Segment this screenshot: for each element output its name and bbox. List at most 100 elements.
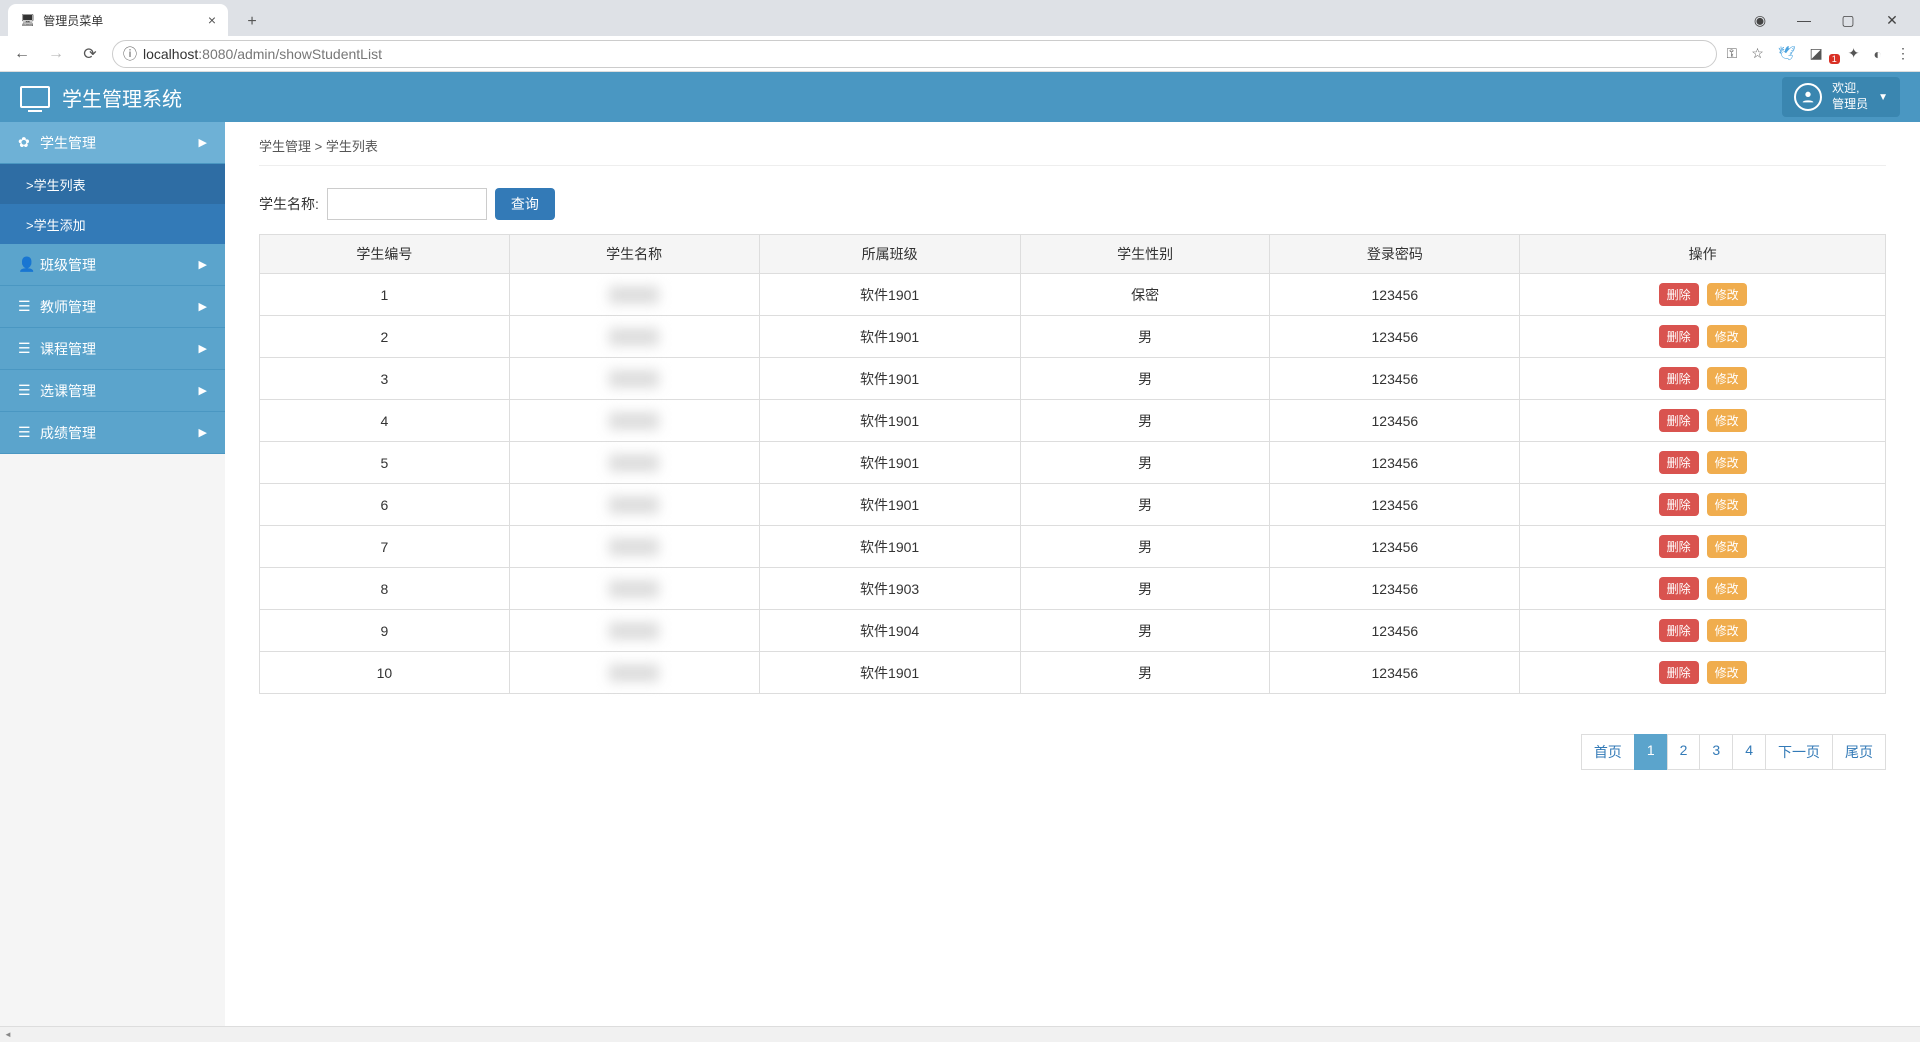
user-menu[interactable]: 欢迎, 管理员 ▼	[1782, 77, 1900, 116]
browser-tab[interactable]: 🖥 管理员菜单 ×	[8, 4, 228, 36]
url-host: localhost	[143, 46, 198, 62]
list-icon: ☰	[18, 424, 32, 441]
cell-name	[509, 358, 759, 400]
app-title: 学生管理系统	[20, 83, 182, 112]
edit-button[interactable]: 修改	[1707, 535, 1747, 558]
sidebar-sub-0-0[interactable]: >学生列表	[0, 164, 225, 204]
cell-actions: 删除 修改	[1520, 526, 1886, 568]
delete-button[interactable]: 删除	[1659, 409, 1699, 432]
delete-button[interactable]: 删除	[1659, 535, 1699, 558]
page-1[interactable]: 1	[1634, 734, 1668, 770]
menu-icon[interactable]: ⋮	[1896, 45, 1910, 62]
sidebar-item-3[interactable]: ☰课程管理▶	[0, 328, 225, 370]
sidebar-label: 班级管理	[40, 255, 96, 275]
sidebar-label: 课程管理	[40, 339, 96, 359]
sidebar-sub-0-1[interactable]: >学生添加	[0, 204, 225, 244]
table-row: 3 软件1901 男 123456 删除 修改	[260, 358, 1886, 400]
url-port: :8080	[198, 46, 233, 62]
cell-gender: 男	[1020, 652, 1270, 694]
cell-name	[509, 316, 759, 358]
bird-icon[interactable]: 🕊	[1778, 45, 1796, 62]
column-header: 学生性别	[1020, 235, 1270, 274]
edit-button[interactable]: 修改	[1707, 283, 1747, 306]
maximize-icon[interactable]: ▢	[1832, 4, 1864, 36]
cell-id: 3	[260, 358, 510, 400]
cell-actions: 删除 修改	[1520, 442, 1886, 484]
cell-actions: 删除 修改	[1520, 610, 1886, 652]
cell-class: 软件1901	[759, 400, 1020, 442]
minimize-icon[interactable]: —	[1788, 4, 1820, 36]
sidebar-item-4[interactable]: ☰选课管理▶	[0, 370, 225, 412]
sidebar-item-2[interactable]: ☰教师管理▶	[0, 286, 225, 328]
forward-icon[interactable]: →	[44, 42, 68, 66]
circle-icon[interactable]: ◉	[1744, 4, 1776, 36]
page-last[interactable]: 尾页	[1832, 734, 1886, 770]
role-text: 管理员	[1832, 97, 1868, 113]
extension-icon[interactable]: ◪1	[1810, 45, 1834, 62]
delete-button[interactable]: 删除	[1659, 493, 1699, 516]
cell-class: 软件1901	[759, 526, 1020, 568]
sidebar-item-1[interactable]: 👤班级管理▶	[0, 244, 225, 286]
list-icon: ☰	[18, 298, 32, 315]
edit-button[interactable]: 修改	[1707, 577, 1747, 600]
cell-class: 软件1901	[759, 358, 1020, 400]
page-first[interactable]: 首页	[1581, 734, 1635, 770]
edit-button[interactable]: 修改	[1707, 451, 1747, 474]
cell-id: 8	[260, 568, 510, 610]
cell-name	[509, 442, 759, 484]
breadcrumb: 学生管理 > 学生列表	[259, 136, 1886, 165]
cell-id: 5	[260, 442, 510, 484]
sidebar: ✿学生管理▶>学生列表>学生添加👤班级管理▶☰教师管理▶☰课程管理▶☰选课管理▶…	[0, 122, 225, 1042]
edit-button[interactable]: 修改	[1707, 409, 1747, 432]
edit-button[interactable]: 修改	[1707, 325, 1747, 348]
profile-icon[interactable]: ◐	[1874, 46, 1882, 62]
search-label: 学生名称:	[259, 194, 319, 214]
student-name-input[interactable]	[327, 188, 487, 220]
delete-button[interactable]: 删除	[1659, 325, 1699, 348]
star-icon[interactable]: ☆	[1751, 45, 1764, 62]
tab-bar: 🖥 管理员菜单 × + ◉ — ▢ ✕	[0, 0, 1920, 36]
page-4[interactable]: 4	[1732, 734, 1766, 770]
table-row: 1 软件1901 保密 123456 删除 修改	[260, 274, 1886, 316]
cell-name	[509, 568, 759, 610]
page-2[interactable]: 2	[1667, 734, 1701, 770]
sidebar-item-5[interactable]: ☰成绩管理▶	[0, 412, 225, 454]
horizontal-scrollbar[interactable]	[0, 1026, 1920, 1042]
delete-button[interactable]: 删除	[1659, 661, 1699, 684]
delete-button[interactable]: 删除	[1659, 619, 1699, 642]
edit-button[interactable]: 修改	[1707, 367, 1747, 390]
page-3[interactable]: 3	[1699, 734, 1733, 770]
table-row: 7 软件1901 男 123456 删除 修改	[260, 526, 1886, 568]
close-icon[interactable]: ×	[208, 12, 216, 28]
sidebar-item-0[interactable]: ✿学生管理▶	[0, 122, 225, 164]
page-next[interactable]: 下一页	[1765, 734, 1833, 770]
delete-button[interactable]: 删除	[1659, 367, 1699, 390]
reload-icon[interactable]: ⟳	[78, 42, 102, 66]
edit-button[interactable]: 修改	[1707, 493, 1747, 516]
table-row: 6 软件1901 男 123456 删除 修改	[260, 484, 1886, 526]
student-table: 学生编号学生名称所属班级学生性别登录密码操作 1 软件1901 保密 12345…	[259, 234, 1886, 694]
cell-id: 10	[260, 652, 510, 694]
cell-class: 软件1904	[759, 610, 1020, 652]
cell-actions: 删除 修改	[1520, 484, 1886, 526]
edit-button[interactable]: 修改	[1707, 661, 1747, 684]
address-bar[interactable]: ⓘ localhost:8080/admin/showStudentList	[112, 40, 1717, 68]
column-header: 登录密码	[1270, 235, 1520, 274]
url-path: /admin/showStudentList	[233, 46, 382, 62]
breadcrumb-parent[interactable]: 学生管理	[259, 139, 311, 154]
search-row: 学生名称: 查询	[259, 188, 1886, 220]
delete-button[interactable]: 删除	[1659, 451, 1699, 474]
user-icon: 👤	[18, 256, 32, 273]
search-button[interactable]: 查询	[495, 188, 555, 220]
puzzle-icon[interactable]: ✦	[1848, 45, 1860, 62]
key-icon[interactable]: ⚿	[1727, 45, 1738, 62]
delete-button[interactable]: 删除	[1659, 577, 1699, 600]
edit-button[interactable]: 修改	[1707, 619, 1747, 642]
delete-button[interactable]: 删除	[1659, 283, 1699, 306]
back-icon[interactable]: ←	[10, 42, 34, 66]
cell-name	[509, 652, 759, 694]
new-tab-button[interactable]: +	[238, 8, 266, 36]
close-window-icon[interactable]: ✕	[1876, 4, 1908, 36]
column-header: 所属班级	[759, 235, 1020, 274]
sidebar-label: 选课管理	[40, 381, 96, 401]
